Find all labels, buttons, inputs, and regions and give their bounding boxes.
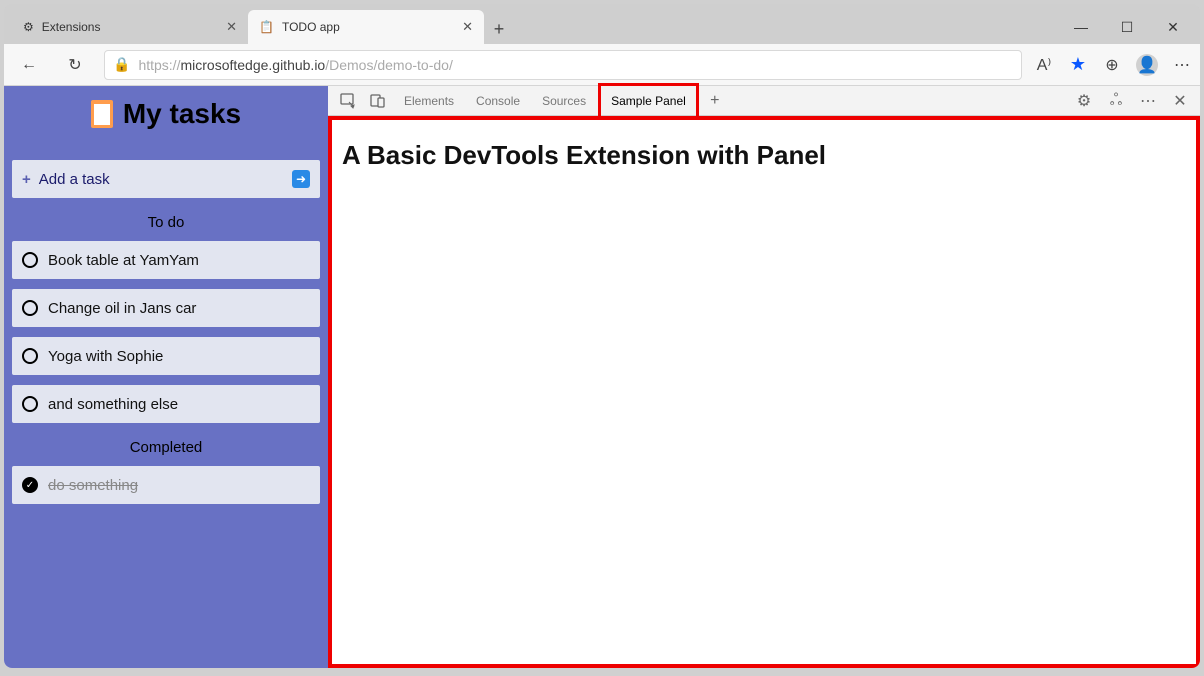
refresh-button[interactable]: ↻ (58, 48, 92, 82)
close-button[interactable]: ✕ (1150, 10, 1196, 44)
close-icon[interactable]: ✕ (462, 19, 473, 35)
devtools-tab-elements[interactable]: Elements (394, 86, 464, 116)
todo-section-label: To do (12, 214, 320, 231)
minimize-button[interactable]: — (1058, 10, 1104, 44)
maximize-button[interactable]: ☐ (1104, 10, 1150, 44)
devtools-tab-sample-panel[interactable]: Sample Panel (601, 86, 696, 116)
window-controls: — ☐ ✕ (1058, 10, 1196, 44)
task-text: do something (48, 477, 138, 494)
devtools-panel: A Basic DevTools Extension with Panel (328, 116, 1200, 668)
browser-window: ⚙ Extensions ✕ 📋 TODO app ✕ + — ☐ ✕ ← ↻ … (4, 4, 1200, 668)
page-title: My tasks (12, 98, 320, 130)
settings-icon[interactable]: ⚙ (1070, 89, 1098, 113)
tab-strip: ⚙ Extensions ✕ 📋 TODO app ✕ + (12, 10, 514, 44)
checkbox-unchecked-icon[interactable] (22, 252, 38, 268)
task-text: Book table at YamYam (48, 252, 199, 269)
plus-icon: + (22, 171, 31, 188)
lock-icon: 🔒 (113, 56, 130, 73)
add-tab-icon[interactable]: + (701, 89, 729, 113)
devtools-pane: Elements Console Sources Sample Panel + … (328, 86, 1200, 668)
more-icon[interactable]: ⋯ (1134, 89, 1162, 113)
toolbar-right: A⁾ ★ ⊕ 👤 ⋯ (1034, 54, 1192, 76)
checkbox-unchecked-icon[interactable] (22, 300, 38, 316)
close-icon[interactable]: ✕ (226, 19, 237, 35)
url-host: microsoftedge.github.io (180, 57, 325, 73)
checkbox-unchecked-icon[interactable] (22, 396, 38, 412)
address-bar: ← ↻ 🔒 https://microsoftedge.github.io/De… (4, 44, 1200, 86)
titlebar: ⚙ Extensions ✕ 📋 TODO app ✕ + — ☐ ✕ (4, 4, 1200, 44)
task-text: and something else (48, 396, 178, 413)
back-button[interactable]: ← (12, 48, 46, 82)
add-task-input[interactable]: + Add a task ➜ (12, 160, 320, 198)
add-task-placeholder: Add a task (39, 171, 110, 188)
submit-icon[interactable]: ➜ (292, 170, 310, 188)
task-item[interactable]: Book table at YamYam (12, 241, 320, 279)
panel-heading: A Basic DevTools Extension with Panel (342, 140, 1186, 171)
url-field[interactable]: 🔒 https://microsoftedge.github.io/Demos/… (104, 50, 1022, 80)
close-devtools-icon[interactable]: ✕ (1166, 89, 1194, 113)
highlight-box: Sample Panel (598, 83, 699, 119)
tab-title: TODO app (282, 20, 340, 34)
clipboard-icon (91, 100, 113, 128)
checkbox-unchecked-icon[interactable] (22, 348, 38, 364)
devtools-toolbar: Elements Console Sources Sample Panel + … (328, 86, 1200, 116)
task-item-completed[interactable]: ✓ do something (12, 466, 320, 504)
checkbox-checked-icon[interactable]: ✓ (22, 477, 38, 493)
url-protocol: https:// (138, 57, 180, 73)
inspect-icon[interactable] (334, 89, 362, 113)
device-toggle-icon[interactable] (364, 89, 392, 113)
task-text: Change oil in Jans car (48, 300, 196, 317)
profile-avatar[interactable]: 👤 (1136, 54, 1158, 76)
menu-icon[interactable]: ⋯ (1172, 55, 1192, 75)
completed-section-label: Completed (12, 439, 320, 456)
devtools-tab-console[interactable]: Console (466, 86, 530, 116)
browser-tab-todo[interactable]: 📋 TODO app ✕ (248, 10, 484, 44)
task-item[interactable]: Yoga with Sophie (12, 337, 320, 375)
browser-tab-extensions[interactable]: ⚙ Extensions ✕ (12, 10, 248, 44)
read-aloud-icon[interactable]: A⁾ (1034, 55, 1054, 75)
tab-title: Extensions (42, 20, 101, 34)
puzzle-icon: ⚙ (23, 20, 34, 34)
todo-app: My tasks + Add a task ➜ To do Book table… (4, 86, 328, 668)
activity-icon[interactable]: ஃ (1102, 89, 1130, 113)
url-path: /Demos/demo-to-do/ (325, 57, 453, 73)
clipboard-icon: 📋 (259, 20, 274, 34)
content-area: My tasks + Add a task ➜ To do Book table… (4, 86, 1200, 668)
devtools-tab-sources[interactable]: Sources (532, 86, 596, 116)
task-item[interactable]: Change oil in Jans car (12, 289, 320, 327)
title-text: My tasks (123, 98, 241, 130)
task-item[interactable]: and something else (12, 385, 320, 423)
task-text: Yoga with Sophie (48, 348, 163, 365)
collections-icon[interactable]: ⊕ (1102, 55, 1122, 75)
favorite-icon[interactable]: ★ (1068, 55, 1088, 75)
new-tab-button[interactable]: + (484, 14, 514, 44)
